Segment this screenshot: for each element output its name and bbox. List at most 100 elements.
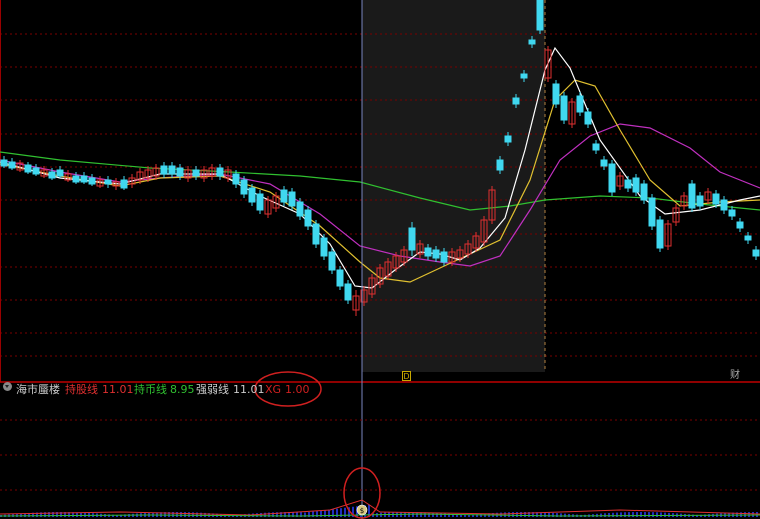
indicator-bar [260, 512, 262, 517]
indicator-bar [196, 512, 198, 517]
indicator-bar [624, 512, 626, 517]
candle-body [344, 283, 352, 301]
candle-body [608, 163, 616, 193]
candle-body [288, 191, 296, 207]
hold-stock-value: 11.01 [102, 383, 134, 396]
candle-body [584, 111, 592, 125]
indicator-bar [600, 513, 602, 517]
indicator-bar [628, 512, 630, 517]
indicator-bar [508, 512, 510, 517]
indicator-bar [480, 513, 482, 517]
candle-body [432, 249, 440, 259]
candle-body [528, 39, 536, 45]
candle-body [256, 193, 264, 211]
candle-body [328, 251, 336, 271]
candle-body [232, 173, 240, 185]
candle-body [752, 249, 760, 257]
indicator-name[interactable]: 海市蜃楼 [16, 382, 60, 398]
candle-body [736, 221, 744, 229]
hold-stock-label: 持股线 [65, 383, 98, 396]
candle-body [88, 177, 96, 185]
indicator-bar [564, 513, 566, 517]
collapse-icon[interactable] [3, 382, 12, 391]
indicator-bar [652, 512, 654, 517]
candle-body [512, 97, 520, 105]
indicator-bar [436, 512, 438, 517]
indicator-bar [668, 512, 670, 517]
indicator-info-bar: 海市蜃楼 持股线 11.01 持币线 8.95 强弱线 11.01 XG 1.0… [0, 382, 760, 398]
indicator-bar [752, 512, 754, 517]
indicator-bar [544, 512, 546, 517]
candle-body [728, 209, 736, 217]
indicator-bar [640, 512, 642, 517]
event-marker-cai[interactable]: 财 [730, 370, 740, 382]
candle-body [520, 73, 528, 79]
candle-body [696, 195, 704, 207]
indicator-bar [184, 512, 186, 517]
candle-body [504, 135, 512, 143]
indicator-bar [440, 513, 442, 517]
candle-body [440, 251, 448, 263]
candle-body [80, 175, 88, 183]
candle-body [104, 179, 112, 185]
candle-body [168, 165, 176, 175]
candle-body [688, 183, 696, 209]
indicator-bar [268, 512, 270, 517]
indicator-bar [256, 513, 258, 517]
strength-value: 11.01 [233, 383, 265, 396]
indicator-bar [464, 514, 466, 517]
indicator-bar [748, 512, 750, 517]
indicator-bar [644, 512, 646, 517]
indicator-bar [504, 512, 506, 517]
signal-symbol: $ [360, 507, 364, 515]
indicator-bar [180, 512, 182, 517]
candle-body [296, 201, 304, 217]
indicator-bar [512, 512, 514, 517]
candle-body [312, 223, 320, 245]
candle-body [160, 165, 168, 175]
indicator-bar [756, 512, 758, 517]
candle-body [560, 95, 568, 121]
candle-body [496, 159, 504, 171]
candle-body [592, 143, 600, 151]
indicator-bar [656, 512, 658, 517]
indicator-bar [188, 512, 190, 517]
candle-body [0, 159, 8, 167]
indicator-bar [632, 512, 634, 517]
xg-label: XG [265, 383, 282, 396]
candle-body [248, 187, 256, 203]
indicator-bars [0, 499, 760, 517]
candle-body [600, 159, 608, 167]
indicator-bar [16, 513, 18, 517]
candle-body [216, 167, 224, 177]
indicator-bar [264, 512, 266, 517]
indicator-bar [192, 512, 194, 517]
indicator-bar [660, 512, 662, 517]
indicator-bar [648, 512, 650, 517]
candle-body [656, 219, 664, 249]
candle-body [192, 169, 200, 177]
candle-body [536, 0, 544, 31]
candle-body [424, 247, 432, 257]
selection-highlight [362, 0, 545, 372]
indicator-bar [520, 512, 522, 517]
candle-body [120, 179, 128, 189]
candle-body [576, 95, 584, 113]
candle-body [72, 175, 80, 183]
hold-cash-value: 8.95 [170, 383, 195, 396]
candle-body [648, 197, 656, 227]
xg-value: 1.00 [285, 383, 310, 396]
indicator-bar [616, 512, 618, 517]
candle-body [640, 183, 648, 201]
candle-body [336, 269, 344, 287]
indicator-bar [608, 513, 610, 517]
indicator-bar [604, 513, 606, 517]
candle-body [632, 177, 640, 193]
candle-body [8, 161, 16, 169]
candle-body [48, 171, 56, 179]
candle-body [24, 164, 32, 173]
stock-chart[interactable]: $ [0, 0, 760, 519]
indicator-bar [80, 512, 82, 517]
event-marker-d[interactable]: D [402, 371, 411, 381]
candle-body [304, 209, 312, 227]
